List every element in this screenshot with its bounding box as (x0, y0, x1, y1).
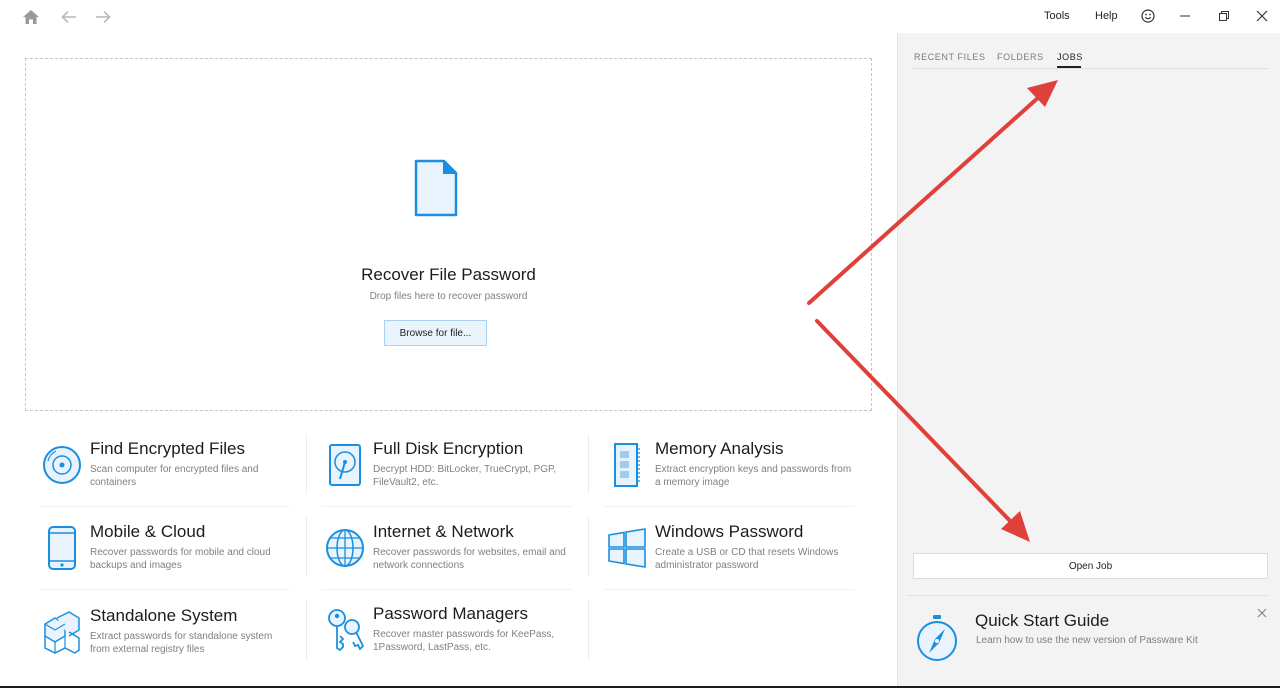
home-icon (23, 10, 39, 24)
tile-memory-analysis[interactable]: Memory Analysis Extract encryption keys … (607, 439, 869, 505)
back-button[interactable] (59, 7, 79, 27)
tile-title: Full Disk Encryption (373, 439, 524, 458)
divider (322, 589, 572, 590)
close-icon (1257, 608, 1267, 618)
tile-password-managers[interactable]: Password Managers Recover master passwor… (325, 604, 587, 670)
right-panel: RECENT FILES FOLDERS JOBS Open Job Quick… (897, 33, 1280, 688)
tab-folders[interactable]: FOLDERS (997, 52, 1044, 62)
smiley-icon (1141, 9, 1155, 23)
tile-title: Find Encrypted Files (90, 439, 245, 458)
tile-description: Scan computer for encrypted files and co… (90, 464, 259, 488)
divider (40, 589, 290, 590)
document-icon (414, 159, 458, 217)
file-drop-zone[interactable]: Recover File Password Drop files here to… (25, 58, 872, 411)
globe-icon (326, 529, 364, 567)
divider (40, 506, 290, 507)
recover-file-title: Recover File Password (361, 265, 536, 284)
tile-mobile-cloud[interactable]: Mobile & Cloud Recover passwords for mob… (42, 522, 304, 588)
windows-logo-icon (608, 528, 646, 568)
hard-disk-icon (329, 444, 361, 486)
tile-description: Extract encryption keys and passwords fr… (655, 464, 852, 488)
quick-start-close-button[interactable] (1254, 605, 1270, 621)
divider (306, 434, 307, 494)
tile-title: Windows Password (655, 522, 804, 541)
restore-button[interactable] (1210, 4, 1238, 28)
tile-title: Memory Analysis (655, 439, 784, 458)
tile-description: Recover passwords for mobile and cloud b… (90, 547, 271, 571)
home-button[interactable] (21, 7, 41, 27)
divider (604, 589, 854, 590)
drop-files-hint: Drop files here to recover password (369, 291, 528, 302)
divider (588, 517, 589, 577)
divider (306, 600, 307, 660)
divider (322, 506, 572, 507)
tile-description: Decrypt HDD: BitLocker, TrueCrypt, PGP, … (373, 464, 557, 488)
tab-jobs[interactable]: JOBS (1057, 52, 1083, 62)
tile-description: Recover master passwords for KeePass, 1P… (373, 629, 555, 653)
tile-description: Create a USB or CD that resets Windows a… (655, 547, 839, 571)
forward-arrow-icon (96, 10, 111, 24)
open-job-button[interactable]: Open Job (913, 553, 1268, 579)
tab-divider (913, 68, 1268, 69)
tile-windows-password[interactable]: Windows Password Create a USB or CD that… (607, 522, 869, 588)
tile-title: Password Managers (373, 604, 528, 623)
feedback-button[interactable] (1134, 4, 1162, 28)
active-tab-indicator (1057, 66, 1081, 68)
minimize-button[interactable] (1171, 4, 1199, 28)
tile-internet-network[interactable]: Internet & Network Recover passwords for… (325, 522, 587, 588)
back-arrow-icon (61, 10, 76, 24)
divider (588, 600, 589, 660)
divider (588, 434, 589, 494)
cubes-icon (44, 611, 80, 654)
tab-recent-files[interactable]: RECENT FILES (914, 52, 986, 62)
tile-description: Extract passwords for standalone system … (90, 631, 273, 655)
memory-stick-icon (614, 443, 640, 487)
tile-title: Standalone System (90, 606, 238, 625)
main-area: Recover File Password Drop files here to… (0, 33, 897, 688)
title-bar: Tools Help (0, 0, 1280, 33)
keys-icon (328, 609, 365, 652)
close-icon (1256, 10, 1268, 22)
menu-help[interactable]: Help (1095, 10, 1118, 22)
minimize-icon (1180, 15, 1190, 17)
browse-for-file-button[interactable]: Browse for file... (384, 320, 487, 346)
divider (906, 595, 1268, 596)
tile-standalone-system[interactable]: Standalone System Extract passwords for … (42, 606, 304, 672)
mobile-phone-icon (48, 526, 76, 570)
tile-title: Internet & Network (373, 522, 514, 541)
forward-button[interactable] (93, 7, 113, 27)
restore-icon (1219, 11, 1229, 21)
quick-start-title[interactable]: Quick Start Guide (975, 611, 1109, 631)
divider (306, 517, 307, 577)
divider (604, 506, 854, 507)
tile-find-encrypted-files[interactable]: Find Encrypted Files Scan computer for e… (42, 439, 304, 505)
disc-scan-icon (43, 446, 81, 484)
tile-full-disk-encryption[interactable]: Full Disk Encryption Decrypt HDD: BitLoc… (325, 439, 587, 505)
compass-icon (917, 615, 957, 661)
tile-description: Recover passwords for websites, email an… (373, 547, 566, 571)
tile-title: Mobile & Cloud (90, 522, 206, 541)
quick-start-subtitle: Learn how to use the new version of Pass… (976, 635, 1198, 646)
menu-tools[interactable]: Tools (1044, 10, 1070, 22)
close-button[interactable] (1248, 4, 1276, 28)
